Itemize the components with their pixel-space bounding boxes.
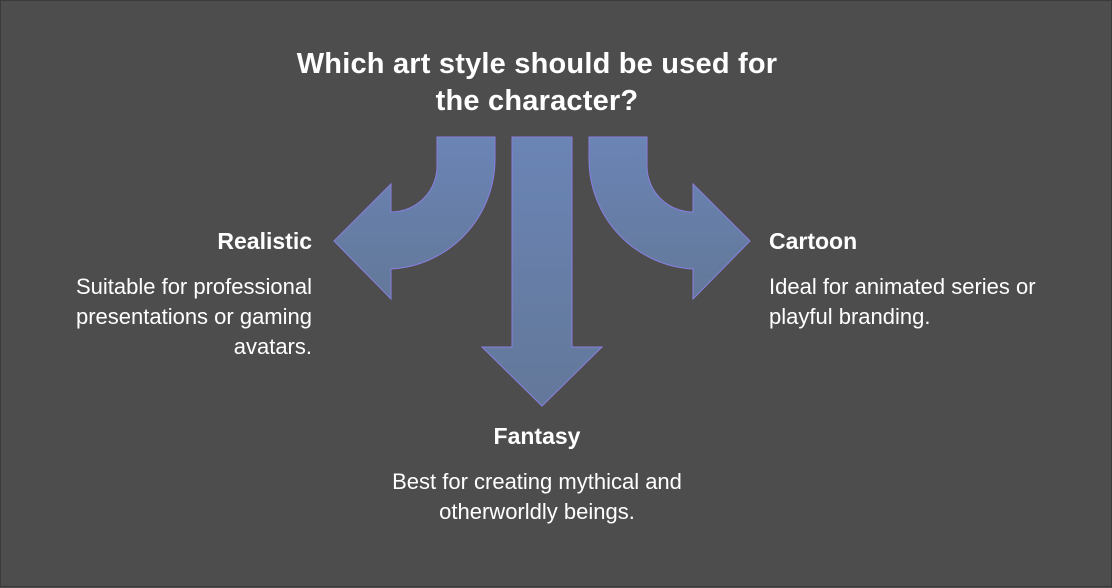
fantasy-title: Fantasy xyxy=(493,423,581,449)
down-arrow xyxy=(480,136,604,407)
decision-diagram: Which art style should be used for the c… xyxy=(0,0,1112,587)
cartoon-title: Cartoon xyxy=(769,228,858,254)
fantasy-description: Best for creating mythical and otherworl… xyxy=(392,469,682,524)
right-arrow xyxy=(588,136,751,301)
left-arrow xyxy=(333,136,496,301)
realistic-description: Suitable for professional presentations … xyxy=(75,274,312,359)
cartoon-description: Ideal for animated series or playful bra… xyxy=(769,274,1036,329)
realistic-title: Realistic xyxy=(217,228,312,254)
